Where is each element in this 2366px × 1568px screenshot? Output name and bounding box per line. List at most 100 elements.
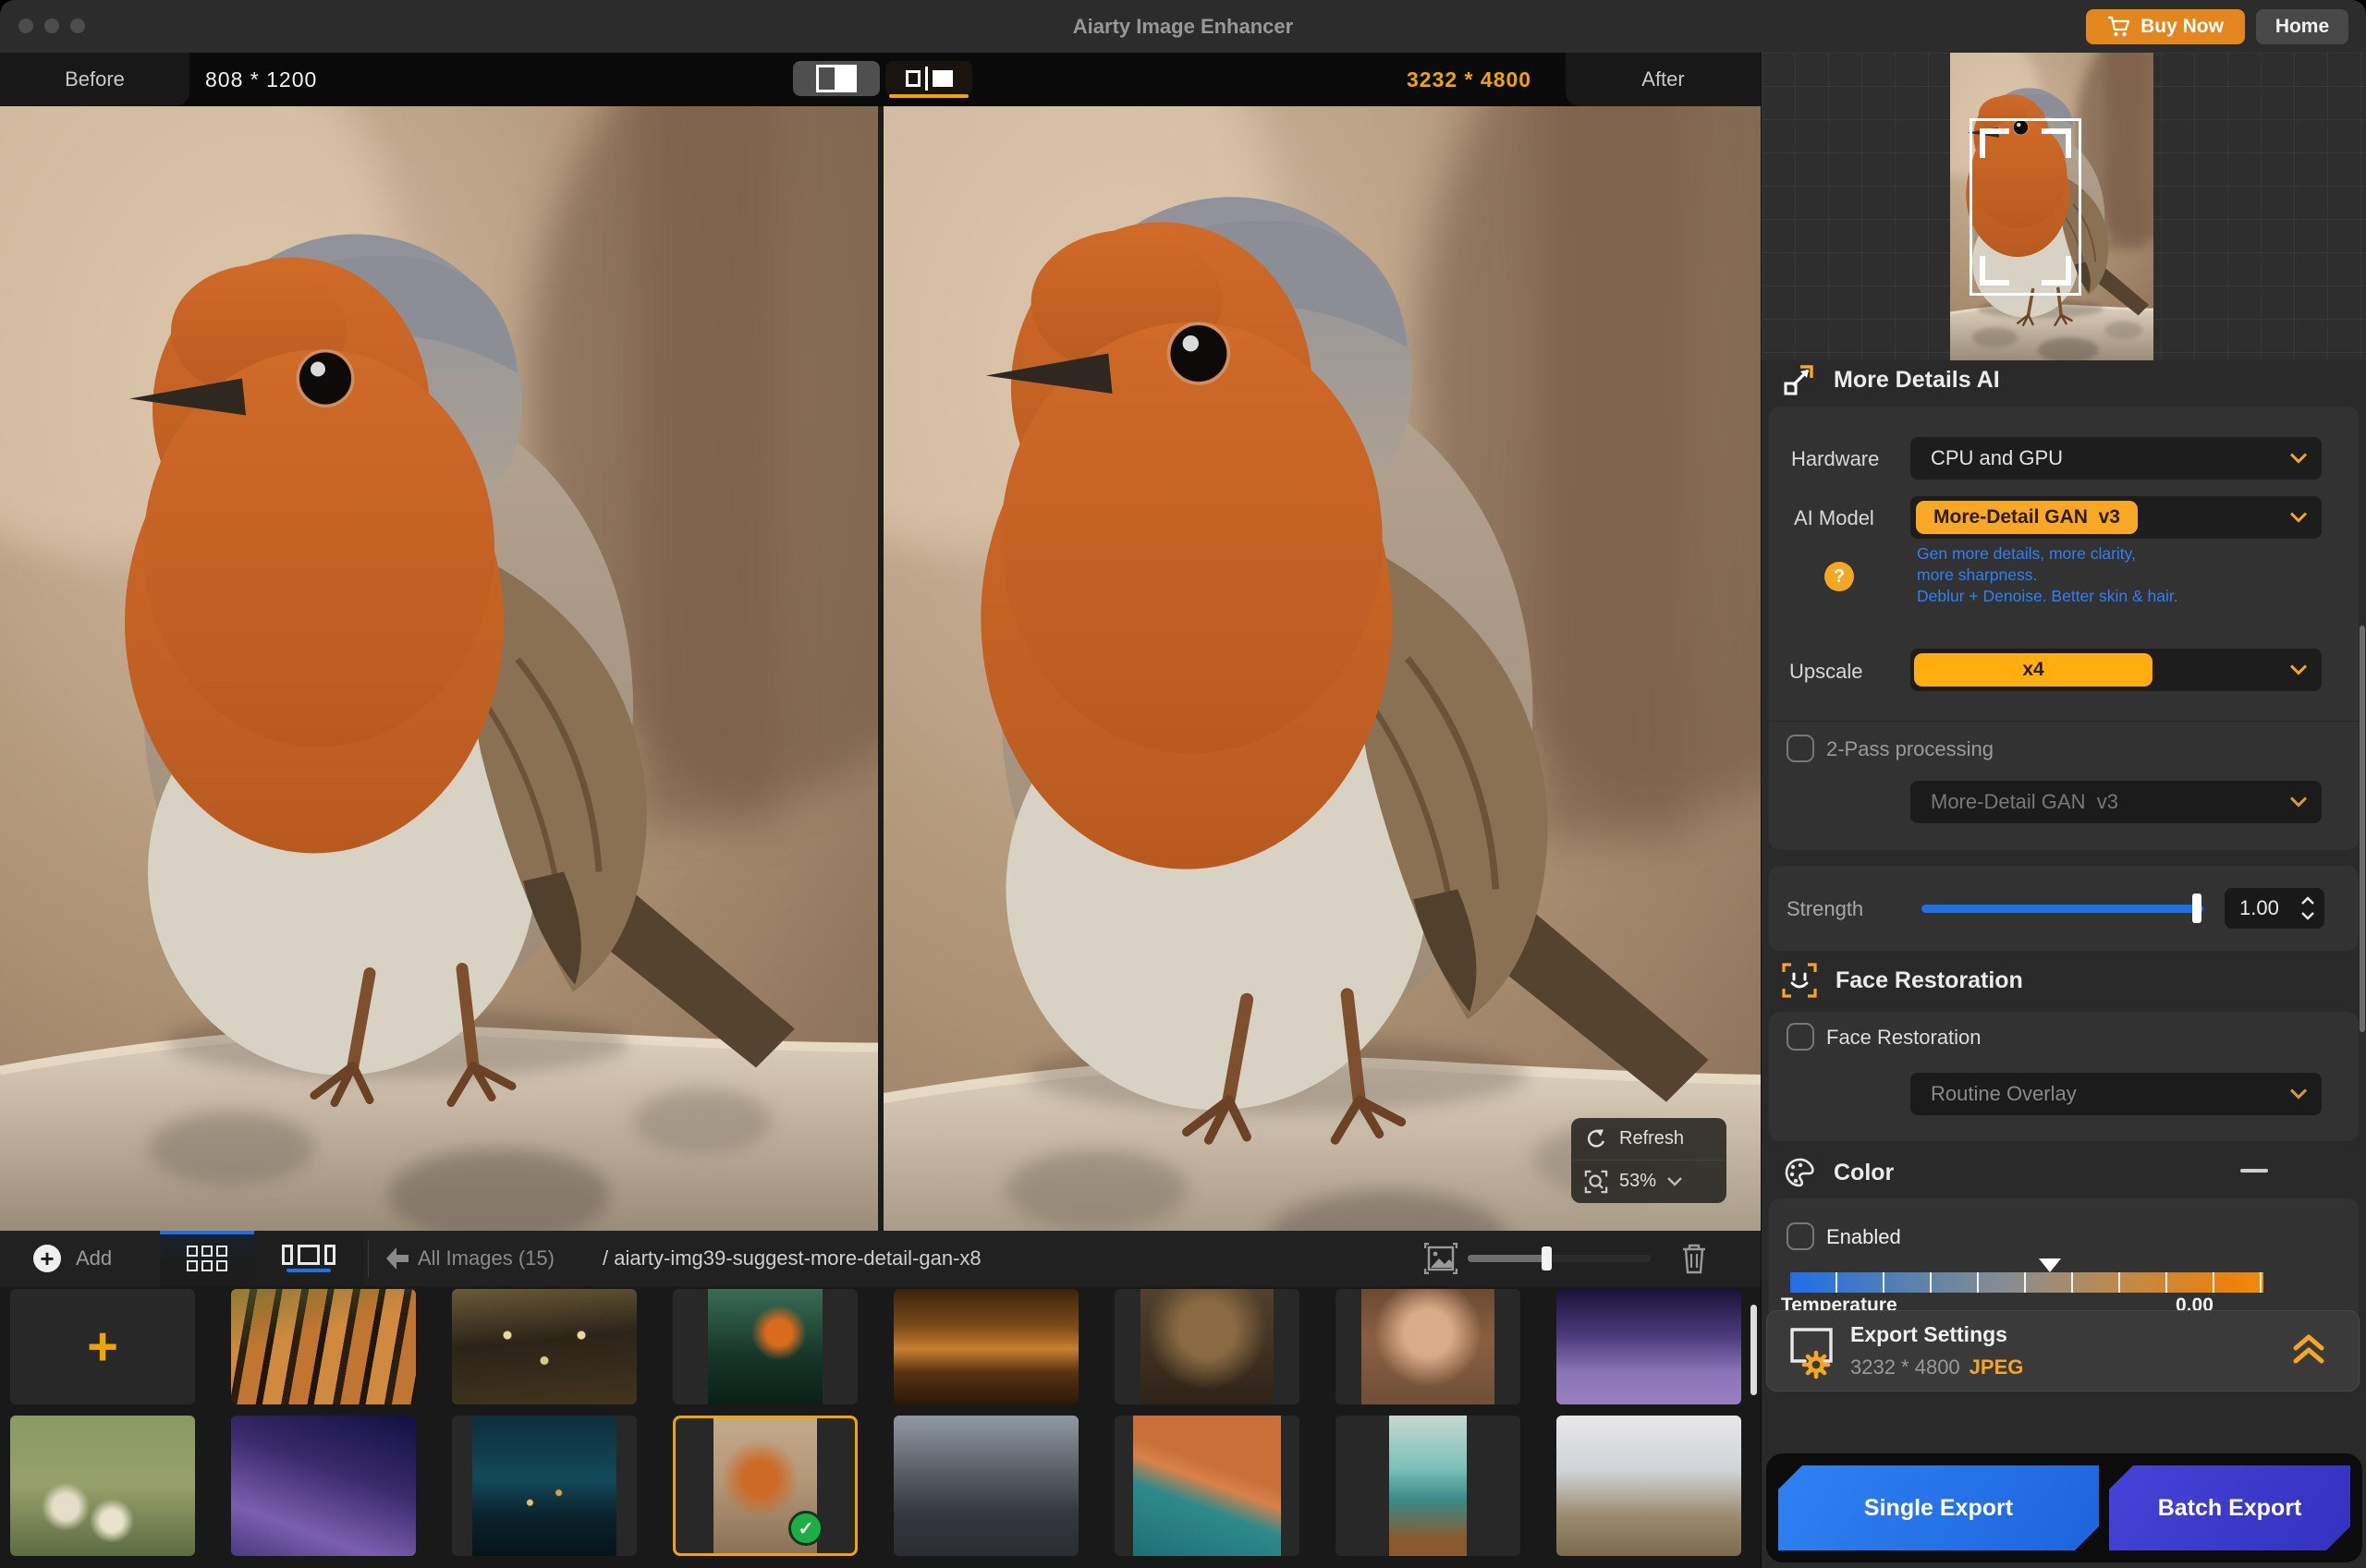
before-bird-image [0, 106, 878, 1231]
window-title: Aiarty Image Enhancer [0, 0, 2366, 53]
buy-now-button[interactable]: Buy Now [2086, 9, 2245, 44]
navigator-preview[interactable] [1762, 53, 2366, 360]
thumbnail-scrollbar[interactable] [1750, 1305, 1757, 1395]
thumbnail-woman[interactable] [1335, 1289, 1520, 1404]
color-enabled-checkbox[interactable] [1787, 1222, 1814, 1250]
tab-before[interactable]: Before [0, 53, 189, 106]
face-restoration-checkbox-label: Face Restoration [1826, 1026, 1982, 1050]
refresh-icon [1584, 1127, 1608, 1151]
after-size: 3232 * 4800 [1407, 53, 1531, 106]
face-restoration-header-label: Face Restoration [1835, 967, 2023, 994]
thumbnail-canal[interactable] [1335, 1416, 1520, 1556]
export-buttons-bar: Single Export Batch Export [1766, 1453, 2362, 1562]
back-arrow-icon[interactable] [384, 1246, 410, 1270]
ai-model-label: AI Model [1794, 506, 1874, 530]
after-image-pane[interactable] [884, 106, 1761, 1231]
upscale-label: Upscale [1789, 660, 1862, 684]
chevron-down-icon [2290, 1089, 2307, 1100]
zoom-level-control[interactable]: 53% [1571, 1161, 1726, 1202]
settings-panel: More Details AI Hardware CPU and GPU AI … [1761, 53, 2366, 1568]
all-images-breadcrumb[interactable]: All Images (15) [418, 1231, 555, 1286]
ai-model-value-pill: More-Detail GAN v3 [1916, 501, 2138, 534]
thumbnail-street[interactable] [894, 1416, 1079, 1556]
hardware-label: Hardware [1791, 447, 1879, 471]
export-size-value: 3232 * 4800 [1850, 1355, 1960, 1379]
home-label: Home [2275, 16, 2329, 38]
hardware-dropdown[interactable]: CPU and GPU [1910, 437, 2322, 480]
export-settings-title: Export Settings [1850, 1322, 2007, 1347]
plus-icon: + [33, 1245, 61, 1272]
thumbnail-burger[interactable] [894, 1289, 1079, 1404]
thumbnail-robin[interactable]: ✓ [673, 1416, 858, 1556]
home-button[interactable]: Home [2256, 9, 2348, 44]
before-image-pane[interactable] [0, 106, 878, 1231]
face-restoration-checkbox[interactable] [1787, 1023, 1814, 1051]
preview-header: Before 808 * 1200 3232 * 4800 After [0, 53, 1761, 106]
upscale-dropdown[interactable]: x4 [1910, 649, 2322, 691]
selected-check-icon: ✓ [788, 1511, 823, 1546]
temperature-slider[interactable] [1790, 1272, 2263, 1293]
slider-knob[interactable] [1542, 1246, 1552, 1270]
split-view-toggle[interactable] [793, 61, 880, 96]
stepper-icon[interactable] [2300, 895, 2315, 921]
thumbnail-image-terrarium [708, 1289, 823, 1404]
filmstrip-view-tab[interactable] [254, 1231, 363, 1286]
thumbnail-add-image[interactable]: + [10, 1289, 195, 1404]
color-palette-icon [1784, 1158, 1815, 1187]
strength-slider[interactable] [1921, 905, 2203, 913]
thumbnail-image-harbor [1133, 1416, 1281, 1556]
export-format-value: JPEG [1970, 1355, 2024, 1379]
panel-scrollbar[interactable] [2360, 626, 2365, 1032]
thumbnail-image-tiger [231, 1289, 416, 1404]
refresh-button[interactable]: Refresh [1571, 1118, 1726, 1160]
strength-label: Strength [1787, 897, 1863, 921]
face-restoration-icon [1782, 963, 1817, 998]
collapse-section-icon[interactable] [2240, 1169, 2268, 1173]
thumbnail-image-deer [1556, 1416, 1741, 1556]
thumbnail-image-bridge-night [472, 1416, 616, 1556]
side-by-side-toggle[interactable] [885, 61, 972, 96]
two-pass-checkbox[interactable] [1787, 735, 1814, 762]
thumbnail-bridge-night[interactable] [452, 1416, 637, 1556]
batch-export-button[interactable]: Batch Export [2109, 1465, 2350, 1550]
add-image-button[interactable]: + Add [33, 1231, 112, 1286]
tab-after[interactable]: After [1566, 53, 1761, 106]
navigator-viewport[interactable] [1970, 118, 2081, 296]
thumbnail-coral-reef[interactable] [231, 1416, 416, 1556]
model-description: Gen more details, more clarity, more sha… [1917, 543, 2178, 607]
trash-icon[interactable] [1680, 1242, 1708, 1275]
thumbnail-size-slider[interactable] [1468, 1255, 1651, 1262]
color-section-header: Color [1784, 1158, 1894, 1187]
two-pass-label: 2-Pass processing [1826, 737, 1994, 761]
single-export-button[interactable]: Single Export [1778, 1465, 2099, 1550]
strength-value-box[interactable]: 1.00 [2225, 888, 2324, 929]
thumbnail-coral[interactable] [1556, 1289, 1741, 1404]
thumbnail-image-sheep [10, 1416, 195, 1556]
buy-now-label: Buy Now [2140, 16, 2224, 38]
zoom-level-value: 53% [1619, 1171, 1656, 1192]
export-settings-card[interactable]: Export Settings 3232 * 4800 JPEG [1766, 1310, 2360, 1392]
thumbnail-tiger[interactable] [231, 1289, 416, 1404]
strength-slider-thumb[interactable] [2192, 893, 2201, 923]
zoom-icon [1584, 1170, 1608, 1194]
thumbnail-butterfly[interactable] [452, 1289, 637, 1404]
cart-icon [2107, 16, 2131, 38]
thumbnail-dog[interactable] [1115, 1289, 1299, 1404]
temperature-marker[interactable] [2039, 1258, 2061, 1272]
current-file-name: / aiarty-img39-suggest-more-detail-gan-x… [603, 1231, 982, 1286]
more-details-section-header: More Details AI [1782, 363, 2000, 396]
two-pass-model-dropdown[interactable]: More-Detail GAN v3 [1910, 781, 2322, 823]
thumbnail-grid: +✓ [0, 1286, 1761, 1568]
thumbnail-image-dog [1140, 1289, 1274, 1404]
thumbnail-harbor[interactable] [1115, 1416, 1299, 1556]
thumbnail-terrarium[interactable] [673, 1289, 858, 1404]
ai-model-dropdown[interactable]: More-Detail GAN v3 [1910, 496, 2322, 539]
collapse-export-icon[interactable] [2290, 1331, 2327, 1368]
more-details-label: More Details AI [1834, 367, 2000, 394]
grid-view-tab[interactable] [160, 1231, 254, 1286]
refresh-label: Refresh [1619, 1128, 1684, 1149]
face-model-dropdown[interactable]: Routine Overlay [1910, 1073, 2322, 1115]
thumbnail-deer[interactable] [1556, 1416, 1741, 1556]
help-icon[interactable]: ? [1824, 562, 1854, 591]
thumbnail-sheep[interactable] [10, 1416, 195, 1556]
